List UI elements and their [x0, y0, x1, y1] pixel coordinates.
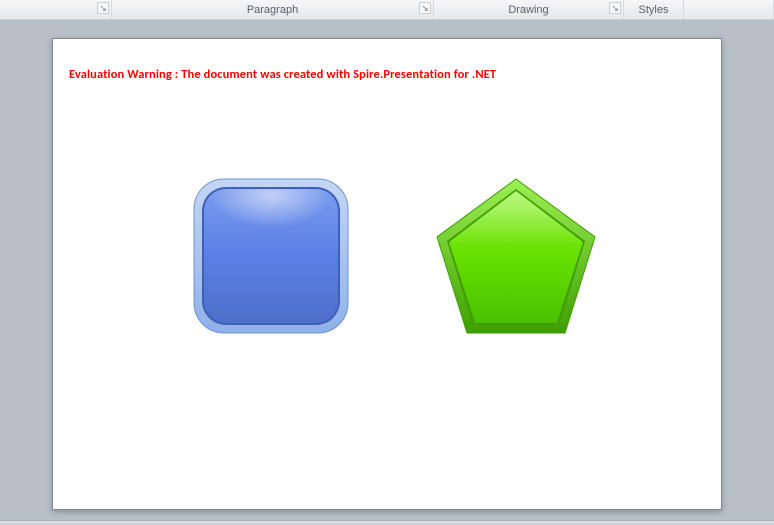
ribbon-group-clipboard[interactable]: ↘	[0, 0, 112, 19]
rounded-square-shape[interactable]	[192, 177, 350, 340]
status-bar	[0, 520, 774, 525]
ribbon-group-label: Paragraph	[247, 4, 298, 16]
pentagon-shape[interactable]	[431, 175, 601, 344]
dialog-launcher-icon[interactable]: ↘	[97, 2, 109, 14]
dialog-launcher-icon[interactable]: ↘	[419, 2, 431, 14]
ribbon-group-label: Styles	[639, 4, 669, 16]
ribbon-group-extra[interactable]	[684, 0, 774, 19]
dialog-launcher-icon[interactable]: ↘	[609, 2, 621, 14]
ribbon-bar: ↘ Paragraph ↘ Drawing ↘ Styles	[0, 0, 774, 20]
ribbon-group-paragraph[interactable]: Paragraph ↘	[112, 0, 434, 19]
evaluation-warning-text: Evaluation Warning : The document was cr…	[69, 67, 496, 82]
slide-workspace: Evaluation Warning : The document was cr…	[0, 20, 774, 525]
slide-canvas[interactable]: Evaluation Warning : The document was cr…	[52, 38, 722, 510]
ribbon-group-label: Drawing	[508, 4, 548, 16]
ribbon-group-styles[interactable]: Styles	[624, 0, 684, 19]
ribbon-group-drawing[interactable]: Drawing ↘	[434, 0, 624, 19]
